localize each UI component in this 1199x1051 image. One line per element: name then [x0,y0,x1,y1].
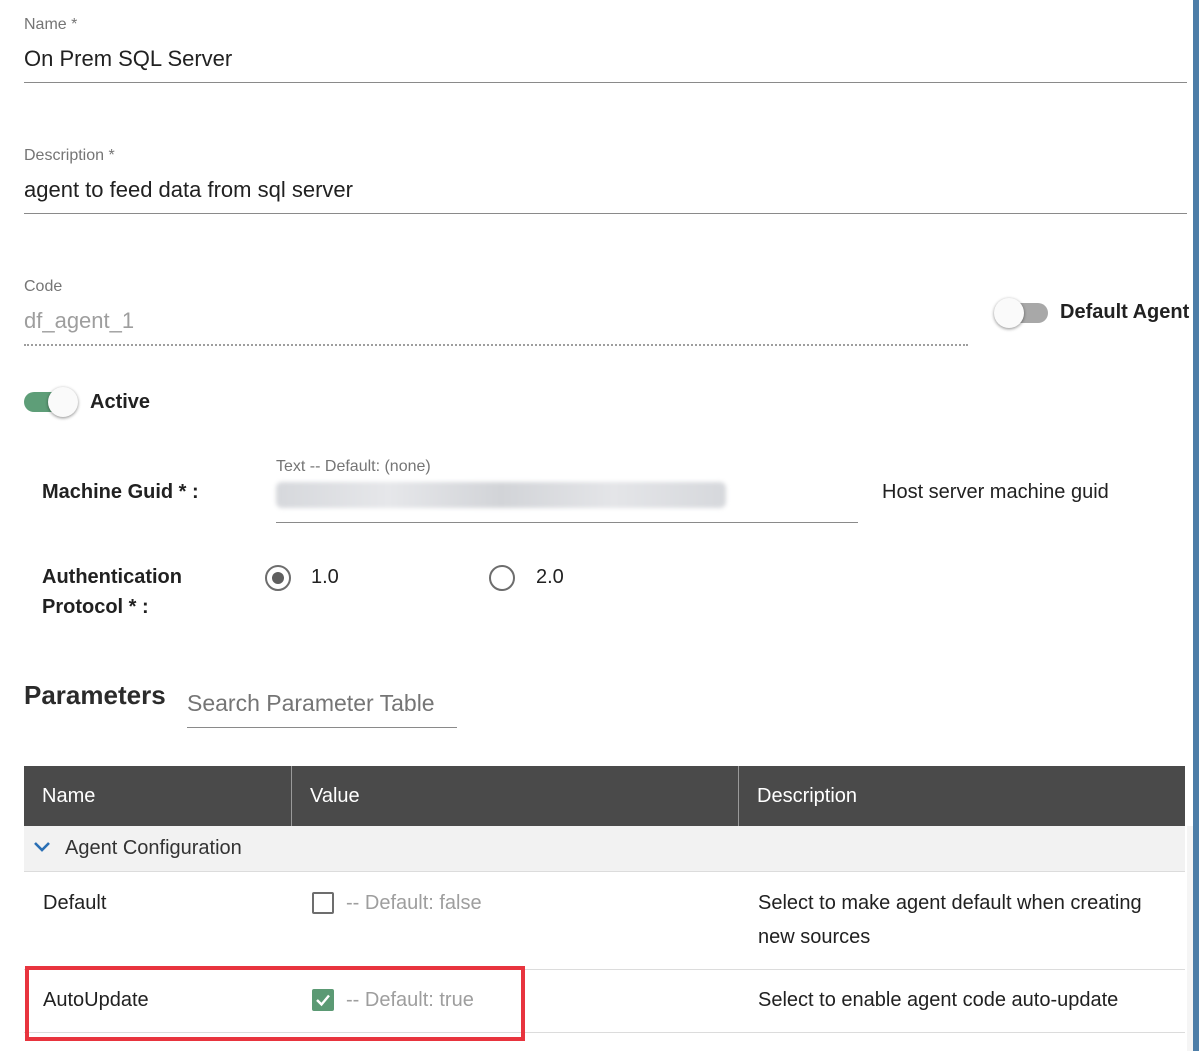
machine-guid-underline [276,522,858,523]
param-default-checkbox[interactable] [312,892,334,914]
default-agent-toggle[interactable] [994,297,1050,329]
parameters-search-input[interactable]: Search Parameter Table [187,690,435,717]
machine-guid-input-blurred[interactable] [276,482,726,508]
group-label: Agent Configuration [65,837,242,859]
active-toggle[interactable] [24,386,80,418]
code-dotted-underline [24,344,968,346]
column-header-description[interactable]: Description [757,766,857,826]
param-default-description-line2: new sources [758,926,871,948]
machine-guid-label: Machine Guid * : [42,481,199,503]
chevron-down-icon[interactable] [33,841,51,853]
auth-protocol-label-line1: Authentication [42,566,182,588]
column-header-value[interactable]: Value [310,766,360,826]
group-row-agent-configuration[interactable]: Agent Configuration [24,826,1185,872]
param-default-default-text: -- Default: false [346,892,482,914]
auth-radio-2-0[interactable] [489,565,515,591]
name-input[interactable]: On Prem SQL Server [24,46,232,72]
description-input[interactable]: agent to feed data from sql server [24,177,353,203]
auth-radio-1-0[interactable] [265,565,291,591]
param-name-default: Default [43,892,107,914]
description-underline [24,213,1187,214]
active-toggle-knob [48,387,78,417]
param-autoupdate-description: Select to enable agent code auto-update [758,989,1119,1011]
column-header-name[interactable]: Name [42,766,95,826]
default-agent-toggle-knob [994,298,1024,328]
parameters-search-underline [187,727,457,728]
auth-radio-2-0-label: 2.0 [536,566,564,588]
parameters-table-header: Name Value Description [24,766,1185,826]
machine-guid-hint: Text -- Default: (none) [276,458,431,475]
scrollbar-track[interactable] [1193,0,1199,1051]
description-label: Description * [24,147,115,164]
auth-protocol-label-line2: Protocol * : [42,596,149,618]
auth-radio-1-0-label: 1.0 [311,566,339,588]
name-label: Name * [24,16,78,33]
column-separator [738,766,739,826]
machine-guid-description: Host server machine guid [882,481,1109,503]
highlight-box [25,966,525,1041]
column-separator [291,766,292,826]
radio-selected-dot [272,572,284,584]
active-label: Active [90,391,151,413]
code-value: df_agent_1 [24,308,135,333]
parameters-title: Parameters [24,680,166,710]
table-right-edge [1187,826,1193,1051]
param-default-description-line1: Select to make agent default when creati… [758,892,1142,914]
default-agent-label: Default Agent [1060,301,1190,323]
name-underline [24,82,1187,83]
code-label: Code [24,278,63,295]
table-row: Default -- Default: false Select to make… [24,872,1185,970]
